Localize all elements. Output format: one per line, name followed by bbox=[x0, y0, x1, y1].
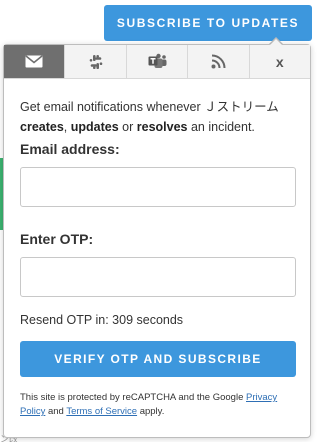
desc-updates: updates bbox=[70, 120, 119, 134]
desc-resolves: resolves bbox=[136, 120, 188, 134]
popup-arrow-inner bbox=[269, 39, 283, 46]
terms-of-service-link[interactable]: Terms of Service bbox=[66, 406, 137, 417]
slack-icon bbox=[88, 54, 104, 70]
desc-suffix: an incident. bbox=[187, 120, 255, 134]
recaptcha-notice: This site is protected by reCAPTCHA and … bbox=[20, 391, 294, 419]
tab-close[interactable]: x bbox=[249, 45, 311, 78]
desc-text: Get email notifications whenever Ｊストリーム bbox=[20, 100, 279, 114]
otp-label: Enter OTP: bbox=[20, 231, 94, 247]
tab-rss[interactable] bbox=[188, 45, 250, 78]
rss-icon bbox=[211, 54, 226, 69]
tab-slack[interactable] bbox=[65, 45, 127, 78]
tab-email[interactable] bbox=[4, 45, 66, 78]
subscribe-popup: x Get email notifications whenever Ｊストリー… bbox=[3, 44, 311, 438]
tab-teams[interactable] bbox=[126, 45, 189, 78]
email-label: Email address: bbox=[20, 141, 120, 157]
recaptcha-and: and bbox=[45, 406, 67, 417]
resend-otp-countdown: Resend OTP in: 309 seconds bbox=[20, 313, 184, 327]
verify-otp-and-subscribe-button[interactable]: Verify OTP and Subscribe bbox=[20, 341, 296, 377]
recaptcha-prefix: This site is protected by reCAPTCHA and … bbox=[20, 392, 246, 403]
teams-icon bbox=[148, 53, 167, 70]
email-field[interactable] bbox=[20, 167, 296, 207]
desc-creates: creates bbox=[20, 120, 64, 134]
envelope-icon bbox=[25, 55, 43, 68]
subscribe-description: Get email notifications whenever Ｊストリーム c… bbox=[20, 97, 294, 137]
subscribe-to-updates-button[interactable]: Subscribe to Updates bbox=[104, 5, 312, 41]
desc-comma: , bbox=[63, 120, 71, 134]
recaptcha-suffix: apply. bbox=[137, 406, 165, 417]
close-icon: x bbox=[275, 53, 284, 70]
desc-or: or bbox=[118, 120, 137, 134]
otp-field[interactable] bbox=[20, 257, 296, 297]
subscribe-form: Get email notifications whenever Ｊストリーム c… bbox=[4, 97, 310, 419]
subscription-tabs: x bbox=[4, 45, 311, 79]
